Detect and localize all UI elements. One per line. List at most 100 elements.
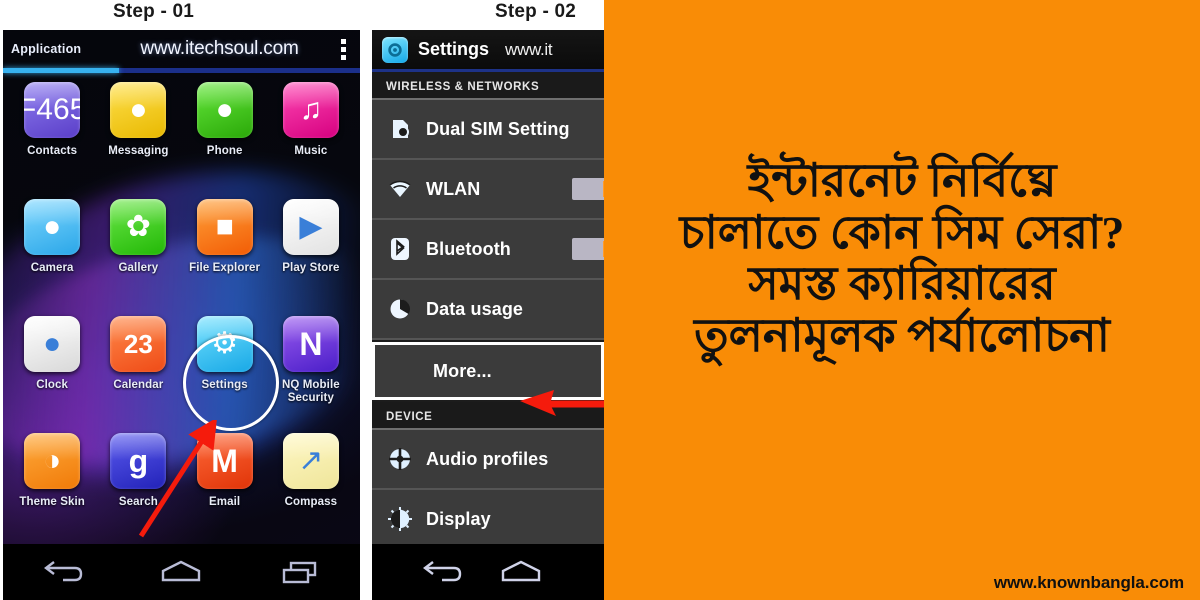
audio-profiles-icon [386, 447, 414, 471]
app-label: Settings [202, 379, 248, 392]
app-glyph: ✿ [126, 212, 151, 242]
settings-row-label: Bluetooth [426, 239, 511, 260]
settings-row-wlan[interactable]: WLAN [372, 160, 604, 220]
settings-screen: Settings www.it WIRELESS & NETWORKS Dual … [372, 30, 604, 600]
app-label: Music [294, 145, 327, 158]
app-label: Phone [207, 145, 243, 158]
app-icon-search[interactable]: g Search [95, 433, 181, 548]
settings-row-label: WLAN [426, 179, 480, 200]
settings-section-header: WIRELESS & NETWORKS [372, 72, 604, 100]
screenshot-root: Step - 01 Step - 02 Application www.itec… [0, 0, 1200, 600]
toggle-switch[interactable] [572, 238, 604, 260]
settings-row-data-usage[interactable]: Data usage [372, 280, 604, 340]
app-icon-calendar[interactable]: 23 Calendar [95, 316, 181, 431]
wifi-icon [386, 179, 414, 199]
data-usage-icon [386, 298, 414, 320]
recents-icon[interactable] [279, 558, 323, 586]
app-drawer-topbar: Application www.itechsoul.com [3, 30, 360, 68]
compass-icon: ↗ [283, 433, 339, 489]
app-glyph: ■ [216, 212, 234, 242]
app-icon-compass[interactable]: ↗ Compass [268, 433, 354, 548]
android-navbar [3, 544, 360, 600]
music-icon: ♫ [283, 82, 339, 138]
step-01-title: Step - 01 [113, 1, 194, 23]
app-label: Messaging [108, 145, 168, 158]
settings-gear-icon [382, 37, 408, 63]
app-icon-camera[interactable]: ● Camera [9, 199, 95, 314]
app-icon-clock[interactable]: ● Clock [9, 316, 95, 431]
app-label: Email [209, 496, 240, 509]
url-overlay-text-2: www.it [505, 40, 552, 60]
settings-gear-icon: ⚙ [197, 316, 253, 372]
kebab-menu-icon[interactable] [341, 39, 346, 60]
home-icon[interactable] [498, 558, 544, 586]
settings-row-more[interactable]: More... [372, 342, 604, 400]
settings-row-label: More... [433, 361, 492, 382]
app-glyph: g [129, 445, 149, 477]
headline-line: ইন্টারনেট নির্বিঘ্নে [604, 155, 1200, 207]
app-icon-nq-mobile-security[interactable]: N NQ Mobile Security [268, 316, 354, 431]
home-icon[interactable] [158, 558, 204, 586]
bluetooth-icon [386, 237, 414, 261]
app-icon-music[interactable]: ♫ Music [268, 82, 354, 197]
settings-row-audio-profiles[interactable]: Audio profiles [372, 430, 604, 490]
app-glyph: 23 [124, 331, 153, 357]
back-icon[interactable] [41, 558, 83, 586]
app-icon-play-store[interactable]: ▶ Play Store [268, 199, 354, 314]
app-glyph: ● [216, 95, 234, 125]
phone-screenshot-step-02: Settings www.it WIRELESS & NETWORKS Dual … [372, 30, 604, 600]
step-02-title: Step - 02 [495, 1, 576, 23]
app-label: Clock [36, 379, 68, 392]
app-label: File Explorer [189, 262, 260, 275]
messaging-icon: ● [110, 82, 166, 138]
app-glyph: ● [43, 212, 61, 242]
app-icon-file-explorer[interactable]: ■ File Explorer [182, 199, 268, 314]
app-drawer-screen: Application www.itechsoul.com F465 Conta… [3, 30, 360, 600]
toggle-switch[interactable] [572, 178, 604, 200]
app-glyph: ● [129, 95, 147, 125]
app-glyph: M [211, 445, 238, 477]
app-icon-messaging[interactable]: ● Messaging [95, 82, 181, 197]
tab-application[interactable]: Application [11, 42, 116, 56]
contacts-icon: F465 [24, 82, 80, 138]
headline-line: সমস্ত ক্যারিয়ারের [604, 258, 1200, 310]
app-label: Play Store [282, 262, 339, 275]
app-icon-gallery[interactable]: ✿ Gallery [95, 199, 181, 314]
email-icon: M [197, 433, 253, 489]
calendar-icon: 23 [110, 316, 166, 372]
app-icon-settings[interactable]: ⚙ Settings [182, 316, 268, 431]
settings-title: Settings [418, 39, 489, 60]
settings-section-header: DEVICE [372, 402, 604, 430]
app-label: Theme Skin [19, 496, 85, 509]
app-glyph: ↗ [298, 446, 323, 476]
app-icon-contacts[interactable]: F465 Contacts [9, 82, 95, 197]
settings-topbar: Settings www.it [372, 30, 604, 72]
app-icon-theme-skin[interactable]: ◑ Theme Skin [9, 433, 95, 548]
app-icon-phone[interactable]: ● Phone [182, 82, 268, 197]
tab-underline [3, 68, 360, 73]
app-glyph: F465 [24, 95, 80, 125]
headline-line: তুলনামূলক পর্যালোচনা [604, 310, 1200, 362]
app-label: Compass [285, 496, 337, 509]
app-label: Calendar [113, 379, 163, 392]
app-glyph: ● [43, 329, 61, 359]
phone-screenshot-step-01: Application www.itechsoul.com F465 Conta… [3, 30, 360, 600]
app-grid: F465 Contacts ● Messaging ● Phone ♫ Music ● Came… [3, 73, 360, 548]
theme-skin-icon: ◑ [24, 433, 80, 489]
app-glyph: N [299, 328, 322, 360]
app-label: NQ Mobile Security [269, 379, 353, 405]
settings-row-display[interactable]: Display [372, 490, 604, 550]
site-watermark: www.knownbangla.com [994, 573, 1184, 593]
settings-row-bluetooth[interactable]: Bluetooth [372, 220, 604, 280]
settings-row-label: Data usage [426, 299, 523, 320]
app-glyph: ⚙ [211, 329, 238, 359]
app-glyph: ◑ [43, 446, 61, 476]
bengali-headline: ইন্টারনেট নির্বিঘ্নে চালাতে কোন সিম সেরা?… [604, 155, 1200, 361]
app-label: Search [119, 496, 158, 509]
camera-icon: ● [24, 199, 80, 255]
settings-list: WIRELESS & NETWORKS Dual SIM Setting WLAN B… [372, 72, 604, 550]
app-icon-email[interactable]: M Email [182, 433, 268, 548]
clock-icon: ● [24, 316, 80, 372]
settings-row-dual-sim-setting[interactable]: Dual SIM Setting [372, 100, 604, 160]
back-icon[interactable] [420, 558, 462, 586]
